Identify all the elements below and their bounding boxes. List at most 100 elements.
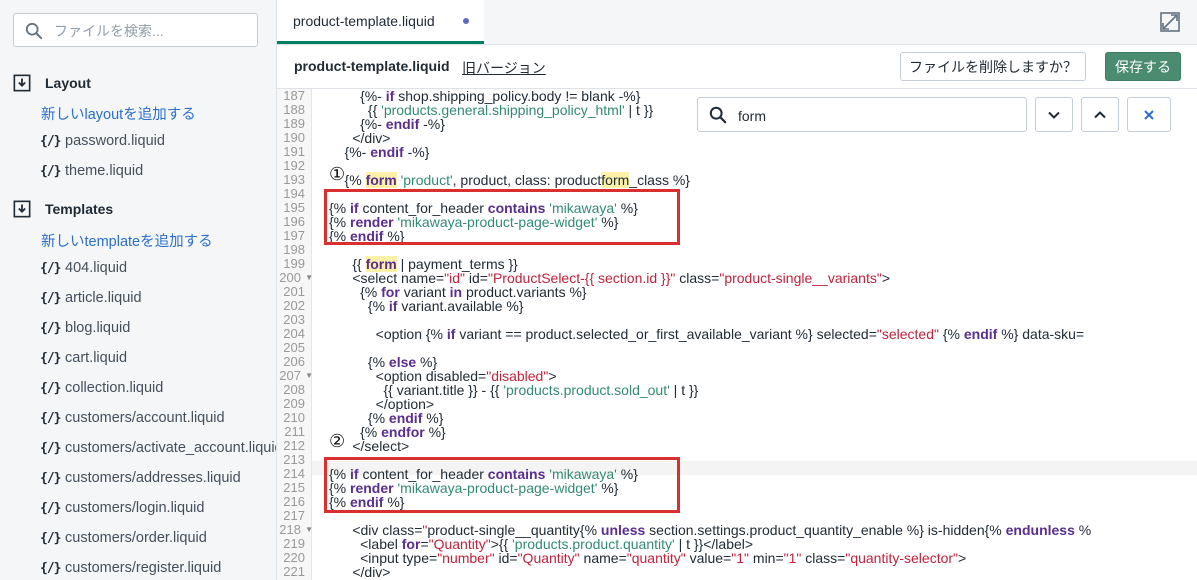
code-line[interactable]: </div> — [329, 131, 390, 145]
file-item[interactable]: {/} customers/login.liquid — [40, 498, 204, 518]
file-name: customers/register.liquid — [65, 560, 222, 576]
line-number: 215 — [283, 480, 305, 495]
code-line[interactable]: {% else %} — [329, 355, 437, 369]
find-input[interactable] — [736, 106, 1020, 126]
old-version-link[interactable]: 旧バージョン — [462, 58, 546, 78]
file-item[interactable]: {/} theme.liquid — [40, 161, 143, 181]
file-item[interactable]: {/} collection.liquid — [40, 378, 163, 398]
file-item[interactable]: {/} blog.liquid — [40, 318, 130, 338]
chevron-up-icon — [1094, 110, 1106, 118]
line-number: 207 ▼ — [279, 368, 313, 383]
code-line[interactable]: <label for="Quantity">{{ 'products.produ… — [329, 537, 753, 551]
code-line[interactable]: <option disabled="disabled"> — [329, 369, 557, 383]
folder-download-icon — [13, 200, 31, 218]
file-item[interactable]: {/} cart.liquid — [40, 348, 127, 368]
line-number: 188 — [283, 102, 305, 117]
file-item[interactable]: {/} customers/register.liquid — [40, 558, 221, 578]
line-number: 210 — [283, 410, 305, 425]
file-name: blog.liquid — [65, 320, 131, 336]
line-number: 192 — [283, 158, 305, 173]
section-templates[interactable]: Templates — [13, 199, 113, 219]
file-item[interactable]: {/} customers/account.liquid — [40, 408, 225, 428]
file-name: 404.liquid — [65, 260, 128, 276]
find-previous-button[interactable] — [1081, 97, 1119, 132]
line-number: 208 — [283, 382, 305, 397]
code-line[interactable]: <input type="number" id="Quantity" name=… — [329, 551, 966, 565]
code-line[interactable]: {%- endif -%} — [329, 117, 445, 131]
annotation-marker-1: ① — [329, 164, 346, 185]
delete-file-button[interactable]: ファイルを削除しますか？ — [900, 52, 1086, 81]
folder-download-icon — [13, 74, 31, 92]
fold-arrow-icon[interactable]: ▼ — [305, 523, 313, 537]
code-editor[interactable]: 187 188 189 190 191 192 193 194 195 196 197 198 199 2… — [277, 89, 1197, 580]
liquid-file-icon: {/} — [40, 440, 61, 456]
file-item[interactable]: {/} customers/activate_account.liquid — [40, 438, 277, 458]
liquid-file-icon: {/} — [40, 380, 61, 396]
line-number: 213 — [283, 452, 305, 467]
line-number: 197 — [283, 228, 305, 243]
code-line[interactable]: {% for variant in product.variants %} — [329, 285, 586, 299]
liquid-file-icon: {/} — [40, 163, 61, 179]
file-name: password.liquid — [65, 133, 165, 149]
chevron-down-icon — [1048, 111, 1060, 119]
file-name: customers/account.liquid — [65, 410, 225, 426]
liquid-file-icon: {/} — [40, 133, 61, 149]
file-sidebar: Layout 新しいlayoutを追加する {/} password.liqui… — [0, 0, 277, 580]
code-line[interactable]: </div> — [329, 565, 390, 579]
file-item[interactable]: {/} 404.liquid — [40, 258, 127, 278]
expand-icon[interactable] — [1160, 12, 1180, 32]
file-name: theme.liquid — [65, 163, 144, 179]
line-number: 214 — [283, 466, 305, 481]
code-line[interactable]: </option> — [329, 397, 434, 411]
line-number: 187 — [283, 89, 305, 103]
code-line[interactable]: <div class="product-single__quantity{% u… — [329, 523, 1091, 537]
tab-product-template[interactable]: product-template.liquid — [277, 0, 484, 44]
file-toolbar: product-template.liquid 旧バージョン ファイルを削除しま… — [277, 45, 1197, 89]
file-name: customers/activate_account.liquid — [65, 440, 277, 456]
save-button[interactable]: 保存する — [1105, 52, 1181, 81]
file-item[interactable]: {/} article.liquid — [40, 288, 142, 308]
find-field[interactable] — [697, 97, 1027, 132]
file-item[interactable]: {/} customers/order.liquid — [40, 528, 207, 548]
code-line[interactable]: <select name="id" id="ProductSelect-{{ s… — [329, 271, 890, 285]
liquid-file-icon: {/} — [40, 410, 61, 426]
line-number: 217 — [283, 508, 305, 523]
code-line[interactable]: {% if variant.available %} — [329, 299, 524, 313]
code-line[interactable]: <option {% if variant == product.selecte… — [329, 327, 1084, 341]
file-name: customers/addresses.liquid — [65, 470, 241, 486]
line-number: 204 — [283, 326, 305, 341]
code-line[interactable]: {% endfor %} — [329, 425, 446, 439]
section-layout[interactable]: Layout — [13, 73, 91, 93]
line-number: 205 — [283, 340, 305, 355]
code-line[interactable]: {{ form | payment_terms }} — [329, 256, 518, 272]
code-line[interactable]: {%- endif -%} — [329, 145, 430, 159]
code-line[interactable]: {%- if shop.shipping_policy.body != blan… — [329, 89, 640, 103]
line-number: 195 — [283, 200, 305, 215]
line-number: 202 — [283, 298, 305, 313]
file-search-input[interactable] — [52, 20, 256, 42]
search-icon — [709, 106, 727, 124]
file-search[interactable] — [13, 13, 258, 47]
file-name: customers/login.liquid — [65, 500, 205, 516]
code-line[interactable]: {{ 'products.general.shipping_policy_htm… — [329, 103, 653, 117]
fold-arrow-icon[interactable]: ▼ — [305, 271, 313, 285]
code-line[interactable]: {{ variant.title }} - {{ 'products.produ… — [329, 383, 698, 397]
section-label: Layout — [45, 75, 91, 91]
search-icon — [25, 22, 43, 40]
line-number: 216 — [283, 494, 305, 509]
close-icon — [1144, 109, 1154, 120]
add-layout-link[interactable]: 新しいlayoutを追加する — [41, 103, 196, 124]
file-item[interactable]: {/} customers/addresses.liquid — [40, 468, 241, 488]
highlight-box-2 — [324, 457, 680, 513]
liquid-file-icon: {/} — [40, 260, 61, 276]
code-line[interactable]: {% form 'product', product, class: produ… — [329, 172, 690, 188]
find-close-button[interactable] — [1127, 97, 1171, 132]
line-number: 206 — [283, 354, 305, 369]
file-item[interactable]: {/} password.liquid — [40, 131, 165, 151]
add-template-link[interactable]: 新しいtemplateを追加する — [41, 230, 213, 251]
fold-arrow-icon[interactable]: ▼ — [305, 369, 313, 383]
tab-bar: product-template.liquid — [277, 0, 1197, 45]
find-next-button[interactable] — [1035, 97, 1073, 132]
code-line[interactable]: {% endif %} — [329, 411, 444, 425]
line-number: 211 — [284, 424, 305, 439]
